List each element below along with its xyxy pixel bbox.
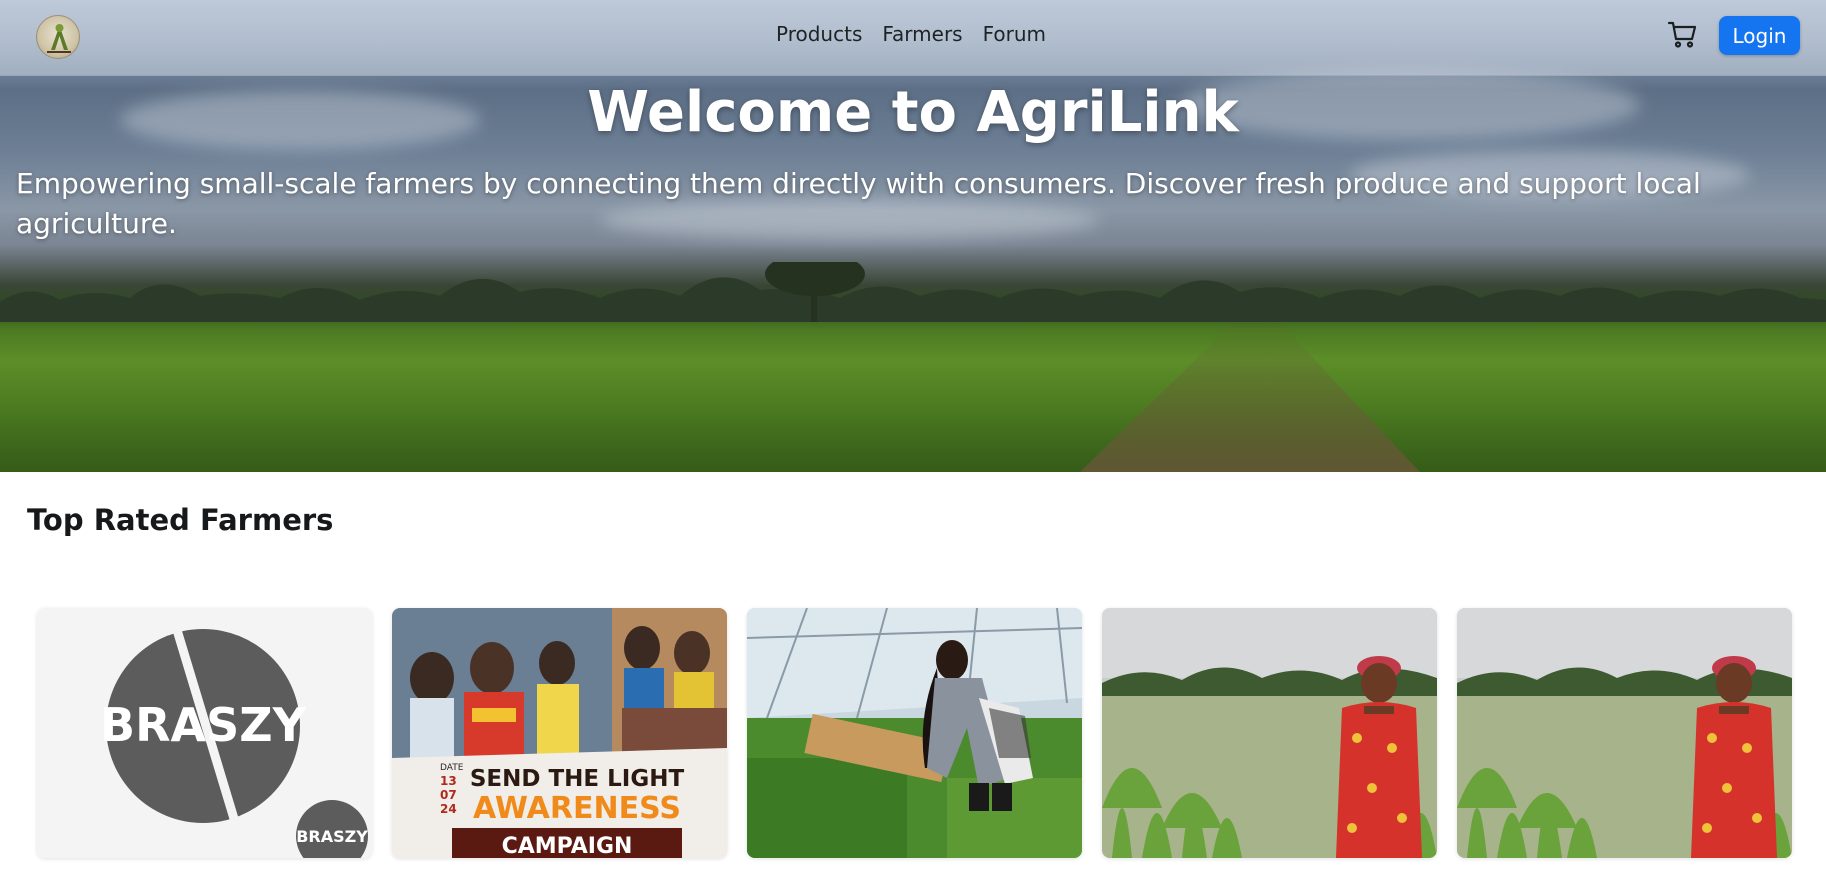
nav-farmers-link[interactable]: Farmers [882, 22, 962, 46]
farmer-card-5[interactable] [1457, 608, 1792, 858]
flyer-date-label: DATE [440, 763, 464, 773]
flyer-campaign-text: CAMPAIGN [502, 834, 633, 858]
farmer-card-4[interactable] [1102, 608, 1437, 858]
hero-title: Welcome to AgriLink [587, 80, 1239, 145]
flyer-headline: SEND THE LIGHT [470, 766, 685, 792]
flyer-date-day: 13 [440, 774, 457, 788]
top-navbar: Products Farmers Forum Login [0, 0, 1826, 76]
flyer-awareness-text: AWARENESS [473, 791, 681, 826]
braszy-logo-image: BRASZY BRASZY [37, 608, 372, 858]
shopping-cart-icon[interactable] [1666, 18, 1698, 50]
nav-links: Products Farmers Forum [776, 22, 1046, 46]
treeline-image [0, 262, 1826, 322]
nav-forum-link[interactable]: Forum [983, 22, 1046, 46]
agrilink-logo-icon[interactable] [36, 15, 80, 59]
hero-subtitle: Empowering small-scale farmers by connec… [16, 167, 1701, 240]
farmer-maize-field-image [1102, 608, 1437, 858]
login-button[interactable]: Login [1719, 16, 1800, 55]
farmer-maize-field-image [1457, 608, 1792, 858]
nav-products-link[interactable]: Products [776, 22, 862, 46]
farmer-card-2[interactable]: DATE 13 07 24 SEND THE LIGHT AWARENESS C… [392, 608, 727, 858]
flyer-date-month: 07 [440, 788, 457, 802]
braszy-brand-text: BRASZY [100, 698, 307, 752]
dirt-road [1080, 320, 1420, 472]
awareness-campaign-image: DATE 13 07 24 SEND THE LIGHT AWARENESS C… [392, 608, 727, 858]
farmer-greenhouse-image [747, 608, 1082, 858]
top-rated-farmers-heading: Top Rated Farmers [27, 503, 334, 537]
farmer-card-1[interactable]: BRASZY BRASZY [37, 608, 372, 858]
braszy-badge-text: BRASZY [296, 827, 368, 846]
flyer-date-year: 24 [440, 802, 457, 816]
farmer-card-3[interactable] [747, 608, 1082, 858]
